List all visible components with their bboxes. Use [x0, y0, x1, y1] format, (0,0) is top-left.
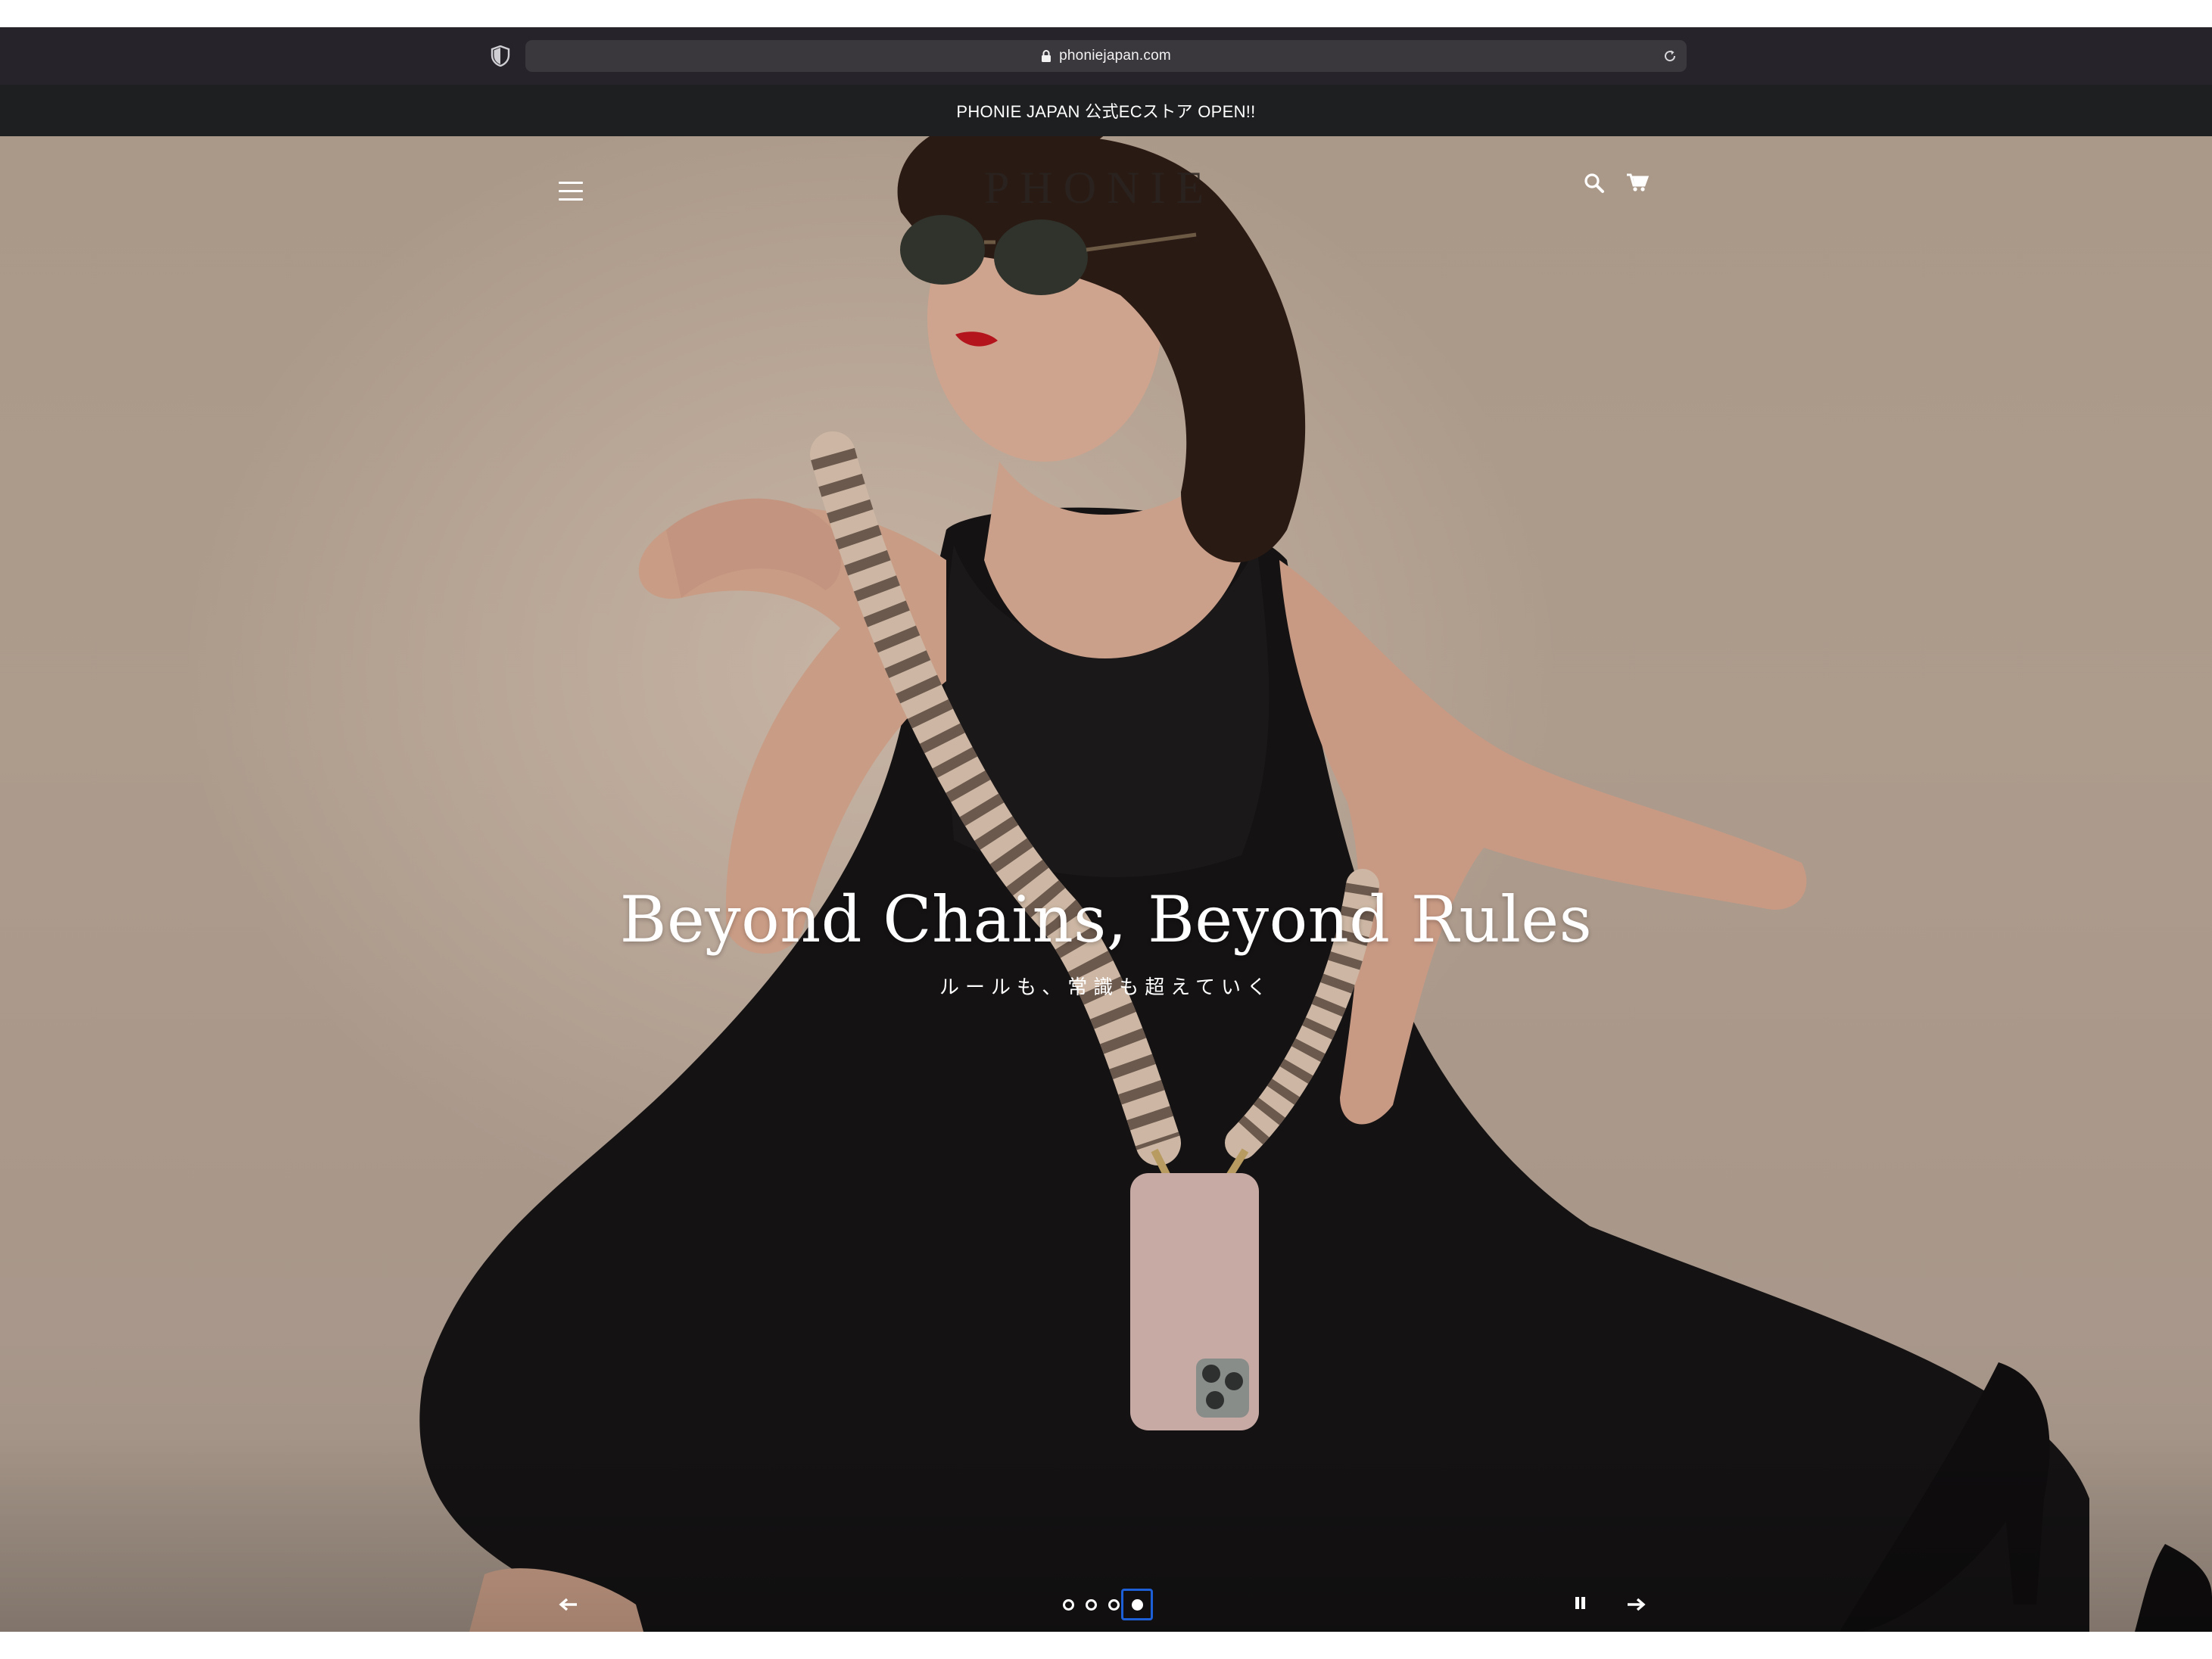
slide-dot[interactable]	[1108, 1598, 1120, 1611]
site-header: PHONIE	[0, 136, 2212, 227]
browser-toolbar: phoniejapan.com	[0, 27, 2212, 85]
menu-icon[interactable]	[559, 182, 583, 201]
slide-dots	[1063, 1587, 1153, 1622]
address-bar[interactable]: phoniejapan.com	[525, 40, 1687, 72]
search-icon[interactable]	[1584, 173, 1605, 194]
hero-slideshow: PHONIE Beyond Chains, Beyond Rules ルールも、…	[0, 136, 2212, 1632]
pause-icon[interactable]	[1575, 1597, 1587, 1612]
next-arrow-icon[interactable]	[1626, 1597, 1646, 1612]
hero-subtitle: ルールも、常識も超えていく	[939, 976, 1273, 999]
shield-icon[interactable]	[491, 45, 510, 67]
cart-icon[interactable]	[1626, 173, 1649, 192]
slide-dot-active[interactable]	[1131, 1598, 1143, 1611]
announcement-bar[interactable]: PHONIE JAPAN 公式ECストア OPEN!!	[0, 85, 2212, 136]
url-text: phoniejapan.com	[1059, 48, 1171, 64]
lock-icon	[1042, 50, 1051, 62]
announcement-text: PHONIE JAPAN 公式ECストア OPEN!!	[956, 102, 1256, 121]
slide-dot-focus-ring[interactable]	[1121, 1589, 1153, 1620]
page: phoniejapan.com PHONIE JAPAN 公式ECストア OPE…	[0, 0, 2212, 1659]
site-logo[interactable]: PHONIE	[984, 162, 1211, 214]
slide-dot[interactable]	[1086, 1598, 1097, 1611]
prev-arrow-icon[interactable]	[559, 1597, 578, 1612]
hero-title: Beyond Chains, Beyond Rules	[619, 882, 1593, 957]
slide-dot[interactable]	[1063, 1598, 1074, 1611]
reload-icon[interactable]	[1662, 48, 1678, 64]
